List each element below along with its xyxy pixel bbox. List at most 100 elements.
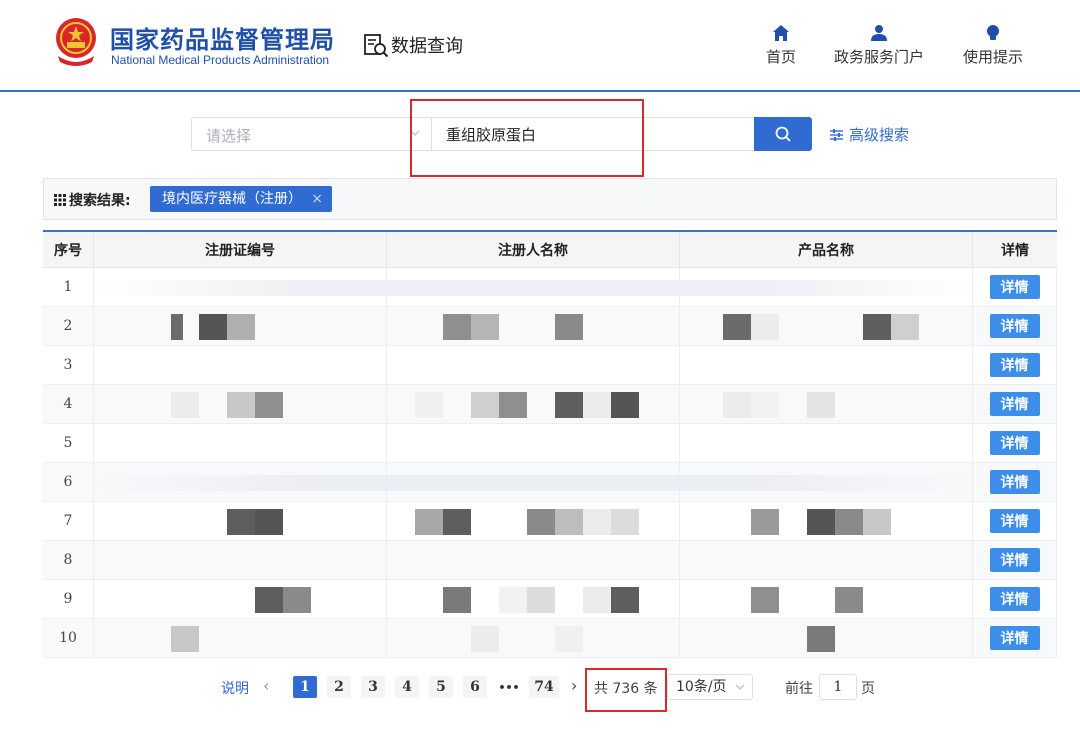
row-registration-no (94, 619, 387, 657)
nav-service-portal-label: 政务服务门户 (833, 48, 924, 66)
table-row: 8 详情 (43, 541, 1057, 580)
detail-button[interactable]: 详情 (989, 548, 1040, 572)
search-icon (775, 126, 791, 142)
search-result-bar: 搜索结果: 境内医疗器械（注册） × (43, 178, 1057, 220)
detail-button[interactable]: 详情 (989, 626, 1040, 650)
table-row: 4 详情 (43, 385, 1057, 424)
row-registration-no (94, 424, 387, 462)
detail-button[interactable]: 详情 (989, 275, 1040, 299)
page-size-value: 10条/页 (676, 679, 727, 695)
column-header-product: 产品名称 (680, 232, 973, 267)
user-icon (871, 25, 887, 41)
row-index: 10 (43, 619, 94, 657)
row-product (680, 385, 973, 423)
row-registration-no (94, 541, 387, 579)
row-registrant (387, 619, 680, 657)
page-4[interactable]: 4 (395, 676, 419, 698)
column-header-registration-no: 注册证编号 (94, 232, 387, 267)
row-detail-cell: 详情 (973, 424, 1057, 462)
row-registrant (387, 541, 680, 579)
row-product (680, 580, 973, 618)
advanced-search-link[interactable]: 高级搜索 (830, 124, 909, 145)
detail-button[interactable]: 详情 (989, 470, 1040, 494)
search-input[interactable] (431, 117, 755, 151)
detail-button[interactable]: 详情 (989, 353, 1040, 377)
row-product (680, 541, 973, 579)
column-header-index: 序号 (43, 232, 94, 267)
goto-page-input[interactable] (819, 674, 857, 700)
row-product (680, 424, 973, 462)
row-detail-cell: 详情 (973, 580, 1057, 618)
nav-usage-tips-label: 使用提示 (962, 48, 1023, 66)
detail-button[interactable]: 详情 (989, 431, 1040, 455)
row-detail-cell: 详情 (973, 502, 1057, 540)
grid-icon (54, 194, 66, 206)
row-product (680, 346, 973, 384)
site-header: 国家药品监督管理局 National Medical Products Admi… (0, 0, 1080, 92)
detail-button[interactable]: 详情 (989, 587, 1040, 611)
pagination-explain-link[interactable]: 说明 (221, 678, 249, 698)
row-registrant (387, 268, 680, 306)
table-row: 9 详情 (43, 580, 1057, 619)
row-index: 9 (43, 580, 94, 618)
filter-sliders-icon (830, 128, 843, 141)
row-product (680, 268, 973, 306)
detail-button[interactable]: 详情 (989, 509, 1040, 533)
row-index: 1 (43, 268, 94, 306)
total-count: 共 736 条 (594, 681, 658, 697)
nav-service-portal[interactable]: 政务服务门户 (824, 24, 934, 67)
section-title: 数据查询 (391, 36, 463, 57)
detail-button[interactable]: 详情 (989, 392, 1040, 416)
next-page-icon[interactable]: › (571, 676, 577, 695)
row-detail-cell: 详情 (973, 541, 1057, 579)
page-ellipsis[interactable]: ••• (497, 676, 521, 698)
table-row: 1 详情 (43, 268, 1057, 307)
row-index: 2 (43, 307, 94, 345)
nav-home[interactable]: 首页 (726, 24, 836, 67)
page-last[interactable]: 74 (529, 676, 559, 698)
table-row: 3 详情 (43, 346, 1057, 385)
search-button[interactable] (754, 117, 812, 151)
column-header-registrant: 注册人名称 (387, 232, 680, 267)
page-6[interactable]: 6 (463, 676, 487, 698)
column-header-detail: 详情 (1001, 242, 1029, 259)
page-2[interactable]: 2 (327, 676, 351, 698)
row-detail-cell: 详情 (973, 385, 1057, 423)
brand-subtitle: National Medical Products Administration (111, 53, 330, 67)
row-detail-cell: 详情 (973, 619, 1057, 657)
result-label: 搜索结果: (54, 190, 131, 210)
row-index: 3 (43, 346, 94, 384)
brand-title: 国家药品监督管理局 (110, 26, 335, 54)
row-registrant (387, 502, 680, 540)
table-row: 7 详情 (43, 502, 1057, 541)
chevron-down-icon (735, 684, 745, 690)
category-select[interactable]: 请选择 (191, 117, 431, 151)
close-icon[interactable]: × (311, 186, 323, 212)
pagination: 说明 ‹ 1 2 3 4 5 6 ••• 74 › 共 736 条 10条/页 … (43, 660, 1057, 712)
goto-prefix: 前往 (785, 681, 813, 697)
row-registration-no (94, 346, 387, 384)
page-3[interactable]: 3 (361, 676, 385, 698)
nav-usage-tips[interactable]: 使用提示 (938, 24, 1048, 67)
detail-button[interactable]: 详情 (989, 314, 1040, 338)
result-filter-tag[interactable]: 境内医疗器械（注册） × (150, 186, 332, 212)
row-registration-no (94, 463, 387, 501)
row-detail-cell: 详情 (973, 307, 1057, 345)
page-5[interactable]: 5 (429, 676, 453, 698)
page-1[interactable]: 1 (293, 676, 317, 698)
prev-page-icon[interactable]: ‹ (263, 676, 269, 695)
row-product (680, 307, 973, 345)
row-registrant (387, 580, 680, 618)
row-index: 7 (43, 502, 94, 540)
table-header: 序号 注册证编号 注册人名称 产品名称 详情 (43, 232, 1057, 268)
row-registration-no (94, 268, 387, 306)
row-registrant (387, 346, 680, 384)
advanced-search-label: 高级搜索 (849, 126, 910, 144)
row-registration-no (94, 580, 387, 618)
row-product (680, 502, 973, 540)
table-row: 5 详情 (43, 424, 1057, 463)
result-label-text: 搜索结果: (69, 193, 131, 209)
page-size-select[interactable]: 10条/页 (667, 674, 753, 700)
goto-suffix: 页 (861, 681, 875, 697)
row-registration-no (94, 502, 387, 540)
